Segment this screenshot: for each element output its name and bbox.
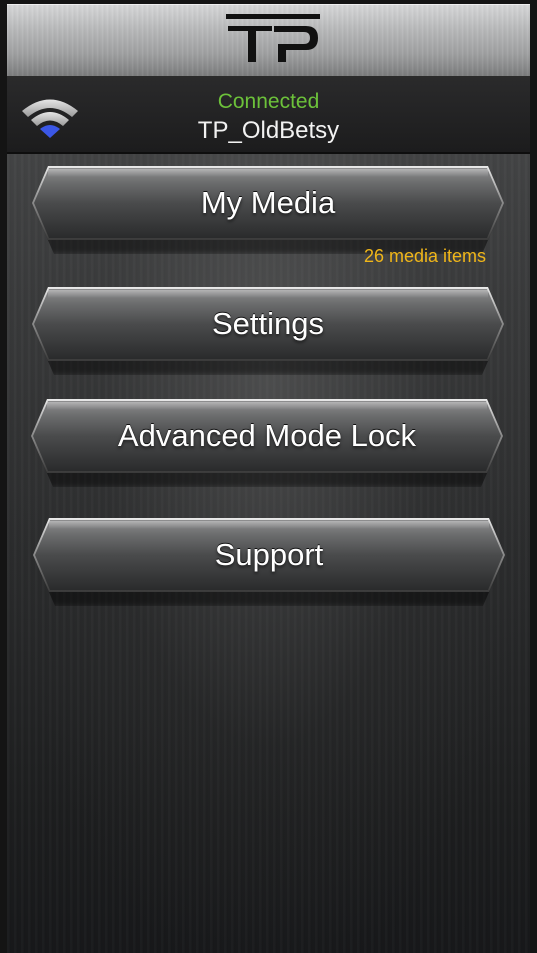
my-media-label: My Media xyxy=(200,185,336,220)
support-button[interactable]: Support xyxy=(33,518,505,592)
support-label: Support xyxy=(214,537,324,572)
app-screen: Connected TP_OldBetsy My Media 26 media … xyxy=(7,4,530,953)
tp-logo-icon xyxy=(226,14,320,62)
settings-label: Settings xyxy=(211,306,324,341)
connection-status-bar: Connected TP_OldBetsy xyxy=(7,78,530,154)
app-frame: Connected TP_OldBetsy My Media 26 media … xyxy=(0,0,537,953)
my-media-button[interactable]: My Media xyxy=(32,166,504,240)
connection-status-label: Connected xyxy=(217,90,320,113)
network-name: TP_OldBetsy xyxy=(197,117,340,144)
media-count-label: 26 media items xyxy=(363,246,486,266)
advanced-mode-lock-label: Advanced Mode Lock xyxy=(117,418,417,453)
settings-button[interactable]: Settings xyxy=(32,287,504,361)
advanced-mode-lock-button[interactable]: Advanced Mode Lock xyxy=(31,399,503,473)
logo-header xyxy=(7,4,530,78)
